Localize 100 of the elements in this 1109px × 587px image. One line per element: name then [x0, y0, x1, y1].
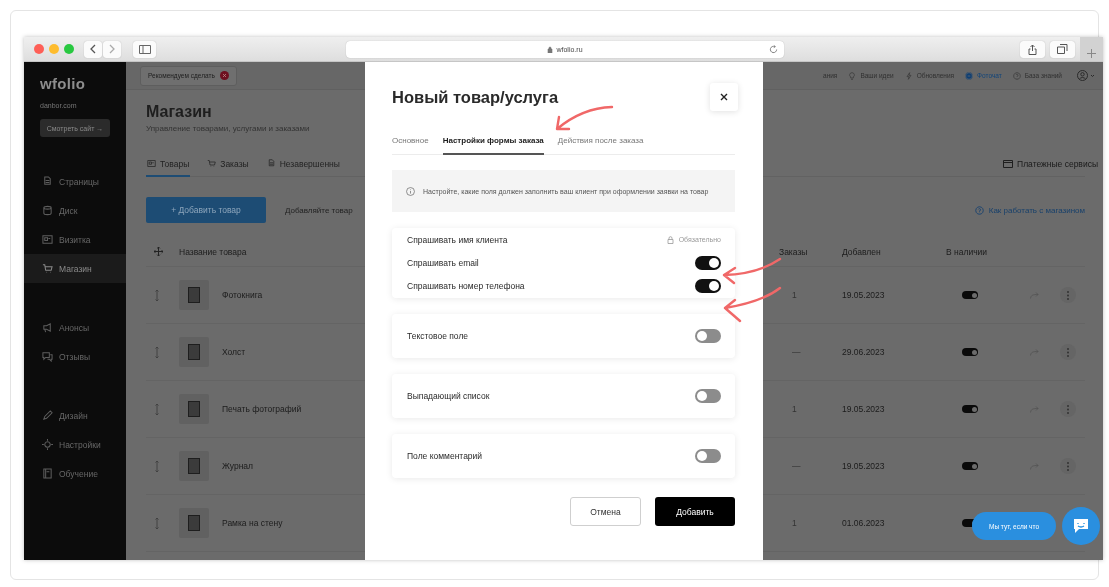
table-cell-text: 01.06.2023	[842, 518, 886, 528]
more-button[interactable]	[1060, 344, 1076, 360]
table-cell-text: —	[791, 461, 802, 471]
toggle-switch[interactable]	[695, 389, 721, 404]
sidebar-item[interactable]: Магазин	[24, 254, 126, 283]
menu-item-icon	[42, 263, 53, 274]
sidebar-item[interactable]: Страницы	[24, 167, 126, 196]
column-header: Добавлен	[842, 246, 882, 257]
back-button[interactable]	[84, 40, 102, 58]
column-header: В наличии	[946, 246, 989, 257]
help-icon	[974, 205, 984, 215]
modal-title: Новый товар/услуга	[392, 87, 559, 107]
menu-item-icon	[42, 468, 53, 479]
annotation-arrow	[722, 257, 782, 285]
submit-button[interactable]: Добавить	[655, 497, 735, 527]
toggle-switch[interactable]	[962, 405, 978, 413]
account-menu[interactable]	[1077, 70, 1095, 81]
photo-placeholder	[179, 337, 209, 367]
column-header: Заказы	[779, 246, 809, 257]
table-cell-text: 19.05.2023	[842, 404, 886, 414]
sidebar-icon	[138, 44, 151, 54]
field-label: Спрашивать номер телефона	[407, 281, 525, 292]
tab[interactable]: Заказы	[206, 152, 250, 177]
tab[interactable]: Незавершенны	[265, 152, 341, 177]
info-icon	[406, 186, 415, 196]
menu-item-icon	[42, 205, 53, 216]
tab-icon	[147, 159, 156, 168]
hint-text: Добавляйте товар	[285, 205, 353, 215]
tab[interactable]: Основное	[392, 127, 429, 155]
more-button[interactable]	[1060, 458, 1076, 474]
card-icon	[1003, 160, 1014, 168]
photo-placeholder	[179, 508, 209, 538]
plus-icon	[1087, 49, 1096, 58]
close-button[interactable]	[710, 83, 738, 111]
help-link[interactable]: Как работать с магазином	[974, 205, 1085, 215]
toggle-switch[interactable]	[695, 256, 721, 271]
toggle-switch[interactable]	[695, 449, 721, 464]
toggle-switch[interactable]	[962, 291, 978, 299]
sidebar-item[interactable]: Дизайн	[24, 401, 126, 430]
share-icon	[1028, 43, 1037, 55]
photo-placeholder	[179, 451, 209, 481]
payment-services-link[interactable]: Платежные сервисы	[1003, 152, 1098, 176]
toggle-switch[interactable]	[695, 329, 721, 344]
toggle-switch[interactable]	[695, 279, 721, 294]
move-icon	[154, 247, 163, 256]
tab-icon	[207, 159, 217, 168]
field-label: Выпадающий список	[407, 391, 490, 402]
zoom-window-icon[interactable]	[64, 44, 74, 54]
menu-item-icon	[42, 351, 53, 362]
sidebar-item[interactable]: Анонсы	[24, 313, 126, 342]
close-window-icon[interactable]	[34, 44, 44, 54]
chevron-left-icon	[89, 44, 97, 54]
tabs-button[interactable]	[1050, 40, 1075, 58]
more-button[interactable]	[1060, 287, 1076, 303]
table-cell-text: 29.06.2023	[842, 347, 886, 357]
photo-placeholder	[179, 394, 209, 424]
sidebar-item[interactable]: Диск	[24, 196, 126, 225]
toggle-switch[interactable]	[962, 462, 978, 470]
cancel-button[interactable]: Отмена	[570, 497, 641, 527]
lock-icon	[666, 235, 674, 244]
tab[interactable]: Действия после заказа	[557, 127, 644, 155]
share-button[interactable]	[1020, 40, 1045, 58]
sidebar-item[interactable]: Визитка	[24, 225, 126, 254]
close-icon	[720, 93, 728, 101]
annotation-arrow	[723, 286, 782, 323]
chevron-right-icon	[108, 44, 116, 54]
menu-item-icon	[42, 410, 53, 421]
column-header: Название товара	[179, 246, 248, 257]
link-icon	[965, 71, 974, 80]
logo[interactable]: wfolio	[40, 76, 126, 91]
link-icon	[848, 71, 857, 80]
alert-badge-icon	[219, 71, 229, 80]
avatar-icon	[1077, 70, 1095, 81]
sidebar-item[interactable]: Обучение	[24, 459, 126, 488]
menu-item-icon	[42, 322, 53, 333]
more-button[interactable]	[1060, 401, 1076, 417]
table-cell-text: —	[791, 347, 802, 357]
field-label: Поле комментарий	[407, 451, 483, 462]
tabs-icon	[1057, 44, 1068, 54]
field-label: Спрашивать имя клиента	[407, 234, 508, 245]
sidebar-item[interactable]: Настройки	[24, 430, 126, 459]
menu-item-icon	[42, 439, 53, 450]
tab[interactable]: Настройки формы заказа	[442, 127, 544, 155]
field-label: Текстовое поле	[407, 331, 469, 342]
link-icon	[1012, 71, 1021, 80]
chat-smile-icon	[1072, 517, 1090, 535]
lock-icon	[547, 45, 554, 53]
menu-item-icon	[42, 176, 53, 187]
toggle-switch[interactable]	[962, 348, 978, 356]
link-icon	[904, 71, 913, 80]
photo-placeholder	[179, 280, 209, 310]
sidebar-toggle-button[interactable]	[133, 40, 156, 58]
add-product-button[interactable]: + Добавить товар	[146, 197, 266, 223]
tab[interactable]: Товары	[146, 152, 191, 177]
page-title: Магазин	[146, 103, 212, 121]
sidebar-item[interactable]: Отзывы	[24, 342, 126, 371]
minimize-window-icon[interactable]	[49, 44, 59, 54]
reload-icon[interactable]	[769, 44, 778, 54]
menu-item-icon	[42, 234, 53, 245]
new-tab-button[interactable]	[1080, 37, 1103, 61]
